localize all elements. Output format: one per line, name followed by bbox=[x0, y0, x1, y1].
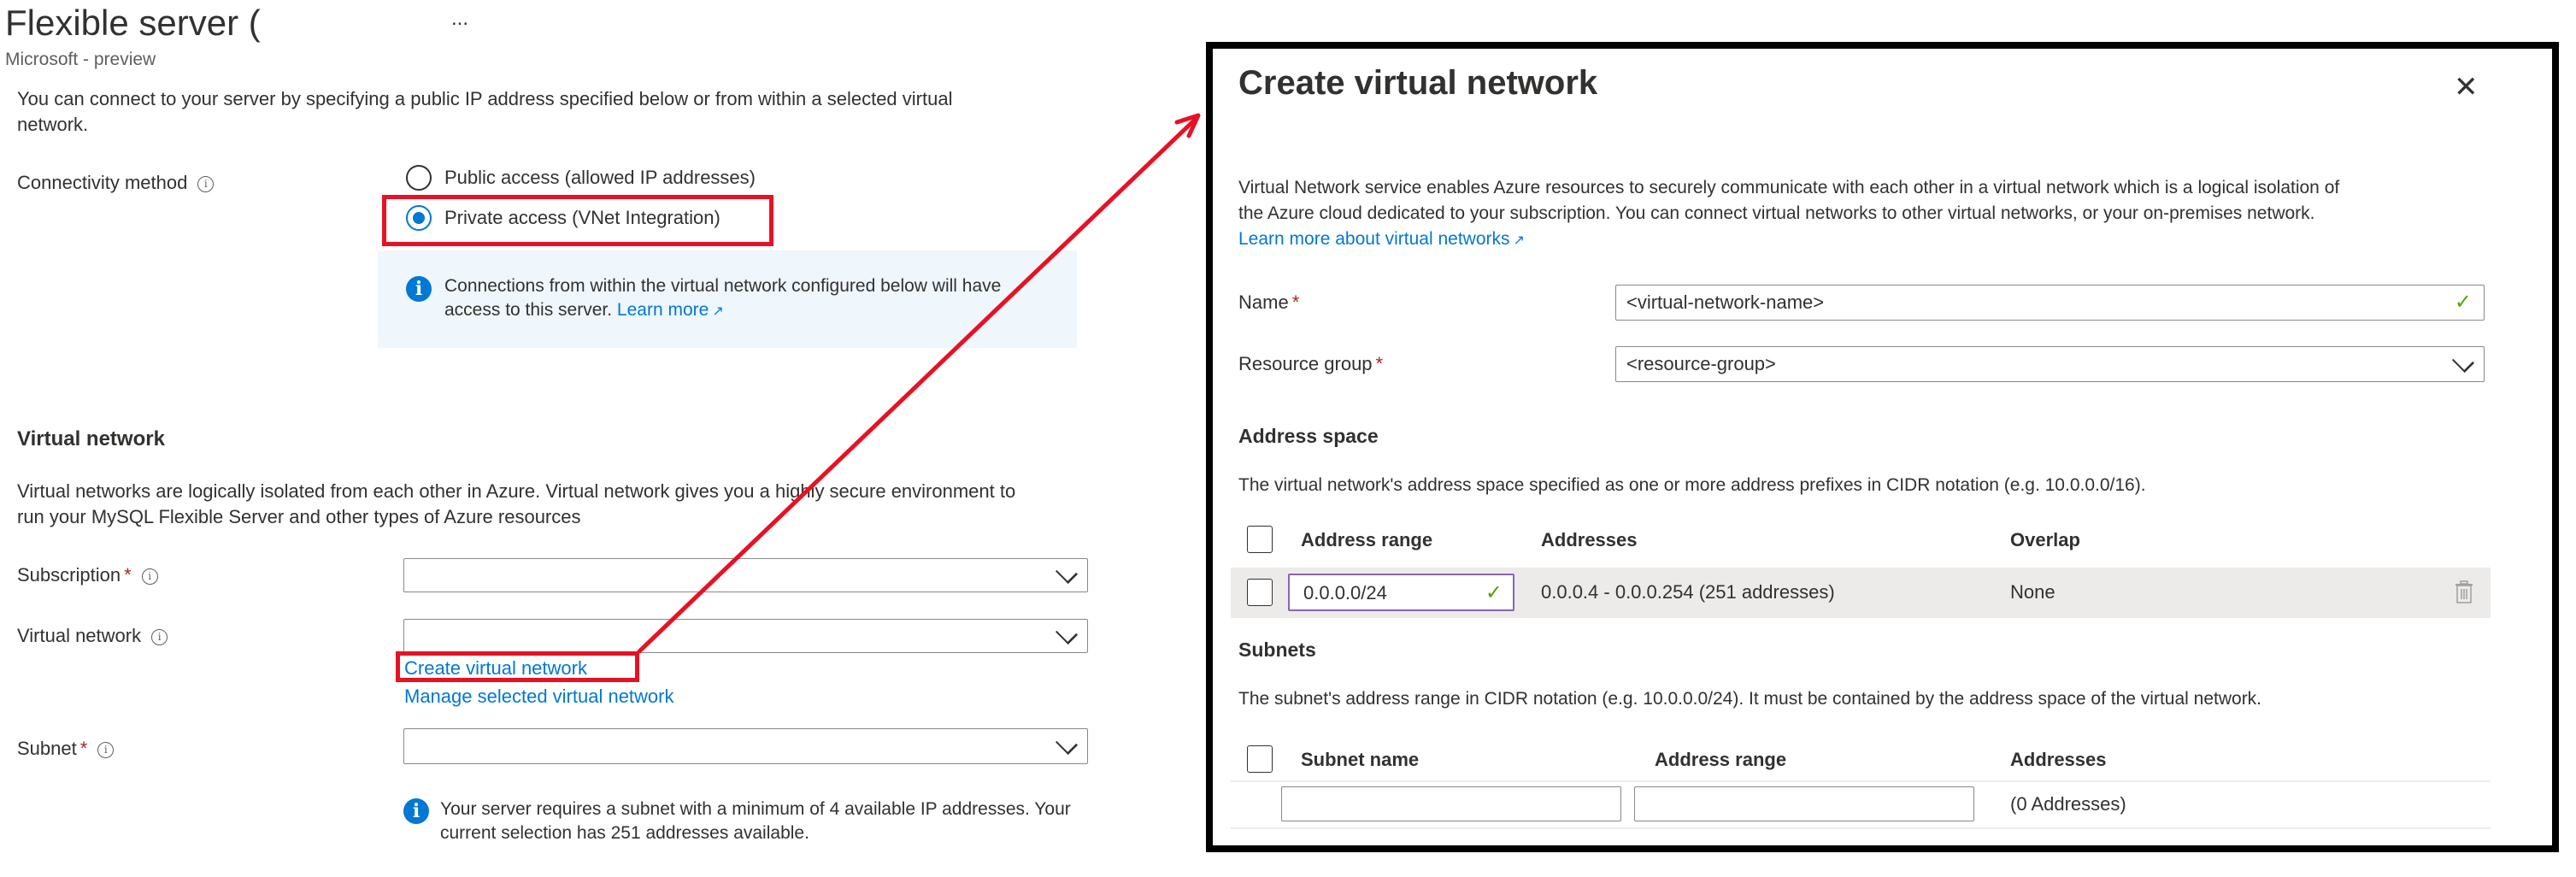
required-marker: * bbox=[1291, 291, 1300, 313]
address-range-value: 0.0.0.0/24 bbox=[1303, 582, 1387, 603]
subnets-desc: The subnet's address range in CIDR notat… bbox=[1238, 689, 2262, 709]
vnet-name-input[interactable]: <virtual-network-name> ✓ bbox=[1615, 285, 2485, 321]
external-link-icon: ↗ bbox=[1513, 233, 1525, 248]
table-divider bbox=[1231, 827, 2491, 829]
name-label: Name * bbox=[1238, 290, 1299, 315]
chevron-down-icon bbox=[1055, 561, 1079, 585]
resource-group-value: <resource-group> bbox=[1626, 353, 1776, 374]
subnet-info-line2: current selection has 251 addresses avai… bbox=[440, 823, 809, 843]
info-text-line1: Connections from within the virtual netw… bbox=[444, 276, 1002, 296]
subnet-label-text: Subnet bbox=[17, 738, 77, 759]
connectivity-method-label: Connectivity method i bbox=[17, 170, 215, 196]
info-icon[interactable]: i bbox=[151, 628, 168, 645]
col-subnet-address-range: Address range bbox=[1655, 749, 1787, 770]
page-title: Flexible server ( bbox=[5, 3, 261, 43]
resource-group-label: Resource group * bbox=[1238, 351, 1383, 377]
resource-group-dropdown[interactable]: <resource-group> bbox=[1615, 346, 2485, 382]
learn-more-vnet-label: Learn more about virtual networks bbox=[1238, 229, 1510, 249]
radio-circle-icon[interactable] bbox=[406, 165, 432, 191]
addresses-value: 0.0.0.4 - 0.0.0.254 (251 addresses) bbox=[1541, 581, 1835, 603]
valid-checkmark-icon: ✓ bbox=[2454, 291, 2472, 314]
name-label-text: Name bbox=[1238, 291, 1289, 313]
info-text-line2-content: access to this server. bbox=[444, 300, 613, 320]
info-icon[interactable]: i bbox=[97, 741, 115, 758]
required-marker: * bbox=[79, 738, 88, 759]
highlight-box-private-access bbox=[382, 195, 773, 246]
subscription-label-text: Subscription bbox=[17, 564, 121, 586]
col-overlap: Overlap bbox=[2010, 529, 2080, 550]
overlap-value: None bbox=[2010, 581, 2056, 603]
col-addresses: Addresses bbox=[1541, 529, 1638, 550]
chevron-down-icon bbox=[1055, 732, 1079, 756]
col-address-range: Address range bbox=[1301, 529, 1433, 550]
required-marker: * bbox=[1375, 353, 1384, 374]
info-icon[interactable]: i bbox=[141, 568, 158, 585]
info-icon[interactable]: i bbox=[197, 175, 215, 192]
virtual-network-desc-line2: run your MySQL Flexible Server and other… bbox=[17, 506, 581, 527]
resource-group-label-text: Resource group bbox=[1238, 353, 1373, 374]
radio-public-access[interactable]: Public access (allowed IP addresses) bbox=[406, 165, 782, 192]
chevron-down-icon bbox=[1055, 621, 1079, 645]
subnet-info-line1: Your server requires a subnet with a min… bbox=[440, 799, 1071, 819]
connectivity-intro-line2: network. bbox=[17, 114, 89, 135]
close-icon[interactable]: ✕ bbox=[2454, 73, 2479, 102]
dialog-title: Create virtual network bbox=[1238, 64, 1598, 102]
subscription-dropdown[interactable] bbox=[403, 558, 1088, 592]
virtual-network-label-text: Virtual network bbox=[17, 625, 142, 646]
page-subtitle: Microsoft - preview bbox=[5, 50, 156, 69]
vnet-name-value: <virtual-network-name> bbox=[1626, 291, 1825, 313]
manage-virtual-network-link[interactable]: Manage selected virtual network bbox=[404, 684, 674, 709]
select-all-address-checkbox[interactable] bbox=[1247, 526, 1273, 553]
external-link-icon: ↗ bbox=[712, 304, 724, 319]
chevron-down-icon bbox=[2451, 350, 2475, 374]
subnet-label: Subnet * i bbox=[17, 736, 115, 762]
more-actions-button[interactable]: ... bbox=[451, 7, 468, 31]
col-subnet-name: Subnet name bbox=[1301, 749, 1420, 770]
subnet-addresses-count: (0 Addresses) bbox=[2010, 793, 2126, 815]
subnet-name-input[interactable] bbox=[1281, 786, 1621, 821]
private-access-info-box: i Connections from within the virtual ne… bbox=[378, 250, 1077, 348]
subnet-dropdown[interactable] bbox=[403, 728, 1088, 764]
connectivity-intro-line1: You can connect to your server by specif… bbox=[17, 88, 953, 109]
dialog-desc-line2: the Azure cloud dedicated to your subscr… bbox=[1238, 203, 2315, 223]
virtual-network-heading: Virtual network bbox=[17, 427, 165, 450]
create-virtual-network-dialog: Create virtual network ✕ Virtual Network… bbox=[1206, 42, 2559, 852]
radio-public-access-label: Public access (allowed IP addresses) bbox=[444, 167, 756, 188]
highlight-box-create-vnet bbox=[396, 651, 639, 682]
learn-more-label: Learn more bbox=[616, 300, 709, 320]
dialog-desc-line1: Virtual Network service enables Azure re… bbox=[1238, 178, 2340, 197]
info-filled-icon: i bbox=[406, 276, 432, 302]
subscription-label: Subscription * i bbox=[17, 562, 158, 588]
learn-more-vnet-link[interactable]: Learn more about virtual networks ↗ bbox=[1238, 227, 1525, 254]
connectivity-method-text: Connectivity method bbox=[17, 172, 188, 193]
info-filled-icon: i bbox=[403, 798, 429, 824]
virtual-network-dropdown[interactable] bbox=[403, 619, 1088, 653]
row-select-checkbox[interactable] bbox=[1247, 579, 1273, 606]
address-range-input[interactable]: 0.0.0.0/24 ✓ bbox=[1288, 574, 1514, 611]
required-marker: * bbox=[124, 564, 132, 586]
valid-checkmark-icon: ✓ bbox=[1485, 581, 1503, 604]
delete-trash-icon[interactable] bbox=[2455, 580, 2473, 604]
virtual-network-desc-line1: Virtual networks are logically isolated … bbox=[17, 480, 1016, 502]
info-text-line2: access to this server. Learn more ↗ bbox=[444, 297, 724, 325]
address-space-desc: The virtual network's address space spec… bbox=[1238, 475, 2146, 495]
subnet-address-range-input[interactable] bbox=[1634, 786, 1974, 821]
table-divider bbox=[1231, 780, 2491, 782]
subnets-heading: Subnets bbox=[1238, 639, 1316, 661]
annotation-arrow-head bbox=[1174, 113, 1201, 138]
col-subnet-addresses: Addresses bbox=[2010, 749, 2107, 770]
learn-more-link[interactable]: Learn more ↗ bbox=[617, 300, 724, 320]
address-space-heading: Address space bbox=[1238, 425, 1379, 447]
address-table-row: 0.0.0.0/24 ✓ 0.0.0.4 - 0.0.0.254 (251 ad… bbox=[1231, 568, 2491, 618]
virtual-network-label: Virtual network i bbox=[17, 623, 168, 649]
select-all-subnets-checkbox[interactable] bbox=[1247, 745, 1273, 773]
